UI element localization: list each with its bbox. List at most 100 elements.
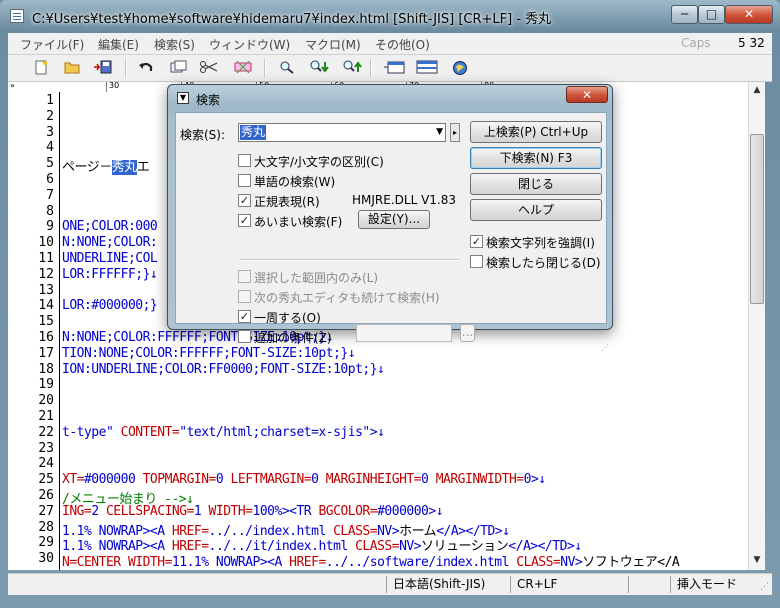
open-folder-icon[interactable] [63,60,80,76]
wrap-checkbox[interactable]: ✓ [238,310,251,323]
dialog-menu-icon[interactable]: ▼ [177,92,189,104]
code-line: ONE;COLOR:000 [62,219,158,235]
window-icon[interactable] [384,60,405,76]
line-number: 19 [38,377,54,393]
emphasize-label[interactable]: 検索文字列を強調(I) [486,234,595,251]
line-number: 7 [46,187,54,203]
emphasize-checkbox[interactable]: ✓ [470,235,483,248]
extra-condition-checkbox[interactable] [238,330,251,343]
extra-condition-label[interactable]: 追加の条件(Z) [254,329,332,346]
code-token: LOR:#000000;} [62,298,158,314]
line-number: 8 [46,203,54,219]
search-down-button[interactable]: 下検索(N) F3 [470,147,602,169]
line-number: 13 [38,282,54,298]
help-button[interactable]: ヘルプ [470,199,602,221]
scroll-thumb[interactable] [750,134,764,304]
line-number: 30 [38,551,54,567]
dialog-resize-grip-icon[interactable]: ⋰ [601,343,609,352]
line-number: 22 [38,424,54,440]
menu-other[interactable]: その他(O) [375,36,430,53]
cut-icon[interactable] [200,60,218,76]
toolbar-separator [125,59,127,77]
code-token: TOPMARGIN= [142,472,217,488]
code-token: ONE;COLOR:000 [62,219,158,235]
search-icon[interactable] [278,60,295,76]
scroll-up-arrow-icon[interactable]: ▲ [749,82,765,99]
dialog-body: 検索(S): 秀丸 ▼ ▸ 大文字/小文字の区別(C) 単語の検索(W) ✓ 正… [175,112,609,352]
status-bar: 日本語(Shift-JIS) CR+LF 挿入モード ⋰ [8,573,772,595]
code-line: ION:UNDERLINE;COLOR:FF0000;FONT-SIZE:10p… [62,362,385,377]
fuzzy-checkbox[interactable]: ✓ [238,214,251,227]
code-line: TION:NONE;COLOR:FFFFFF;FONT-SIZE:10pt;}↓ [62,345,356,361]
dialog-close-button[interactable]: ✕ [566,86,608,103]
case-label[interactable]: 大文字/小文字の区別(C) [254,153,384,170]
code-line: XT=#000000 TOPMARGIN=0 LEFTMARGIN=0 MARG… [62,472,546,487]
code-token: MARGINHEIGHT= [325,472,422,488]
menu-search[interactable]: 検索(S) [154,36,195,53]
menu-file[interactable]: ファイル(F) [20,36,84,53]
search-match-highlight: 秀丸 [111,160,137,176]
status-encoding[interactable]: 日本語(Shift-JIS) [386,576,507,593]
new-file-icon[interactable] [32,60,49,76]
code-token: CLASS= [516,555,561,570]
scroll-down-arrow-icon[interactable]: ▼ [749,552,765,569]
code-token: TION:NONE;COLOR:FFFFFF;FONT-SIZE:10pt;}↓ [62,345,356,361]
search-up-icon[interactable] [343,60,362,76]
gutter-divider [59,92,60,570]
line-number: 28 [38,519,54,535]
status-insert-mode[interactable]: 挿入モード [670,576,755,593]
line-number: 11 [38,251,54,266]
save-icon[interactable] [94,60,112,76]
toolbar-separator [264,59,266,77]
code-token: t-type" [62,424,121,440]
close-after-label[interactable]: 検索したら閉じる(D) [486,254,601,271]
maximize-button[interactable]: □ [698,5,725,24]
dialog-title: 検索 [196,93,221,107]
regex-label[interactable]: 正規表現(R) [254,193,320,210]
close-after-checkbox[interactable] [470,255,483,268]
line-number: 2 [46,108,54,124]
case-checkbox[interactable] [238,154,251,167]
app-icon[interactable] [10,9,24,23]
fuzzy-label[interactable]: あいまい検索(F) [254,213,342,230]
copy-icon[interactable] [170,60,187,76]
code-line: LOR:#000000;} [62,298,158,314]
minimize-button[interactable]: ─ [671,5,698,24]
menu-edit[interactable]: 編集(E) [98,36,139,53]
line-number: 3 [46,124,54,140]
ruler-scroll-marker[interactable]: » [10,82,15,90]
regex-checkbox[interactable]: ✓ [238,194,251,207]
code-token: LEFTMARGIN= [230,472,312,488]
search-down-icon[interactable] [310,60,329,76]
word-label[interactable]: 単語の検索(W) [254,173,335,190]
code-token: ING= [62,503,92,519]
chevron-down-icon[interactable]: ▼ [436,125,443,140]
search-input[interactable]: 秀丸 ▼ [238,123,446,142]
code-line: N=CENTER WIDTH=11.1% NOWRAP><A HREF=../.… [62,551,680,570]
settings-button[interactable]: 設定(Y)... [358,210,430,229]
line-number: 29 [38,535,54,551]
split-window-icon[interactable] [416,60,438,76]
code-token: WIDTH= [127,555,172,570]
menu-window[interactable]: ウィンドウ(W) [209,36,290,53]
resize-grip-icon[interactable]: ⋰ [760,582,769,592]
close-button[interactable]: ✕ [725,5,773,24]
line-number: 27 [38,503,54,519]
code-line: N:NONE;COLOR: [62,235,158,251]
history-arrow-button[interactable]: ▸ [450,123,460,142]
status-newline[interactable]: CR+LF [510,576,625,593]
search-label: 検索(S): [180,128,226,142]
dialog-close-action-button[interactable]: 閉じる [470,173,602,195]
globe-icon[interactable] [451,60,468,76]
code-token: N:NONE;COLOR: [62,235,158,251]
menu-macro[interactable]: マクロ(M) [305,36,361,53]
word-checkbox[interactable] [238,174,251,187]
search-up-button[interactable]: 上検索(P) Ctrl+Up [470,121,602,143]
menu-bar: ファイル(F) 編集(E) 検索(S) ウィンドウ(W) マクロ(M) その他(… [8,33,772,55]
wrap-label[interactable]: 一周する(O) [254,309,321,326]
code-token: 2 [91,503,106,519]
search-input-value: 秀丸 [240,125,267,140]
undo-icon[interactable] [137,60,154,76]
paste-icon[interactable] [234,60,252,76]
vertical-scrollbar[interactable]: ▲ ▼ [748,82,765,570]
